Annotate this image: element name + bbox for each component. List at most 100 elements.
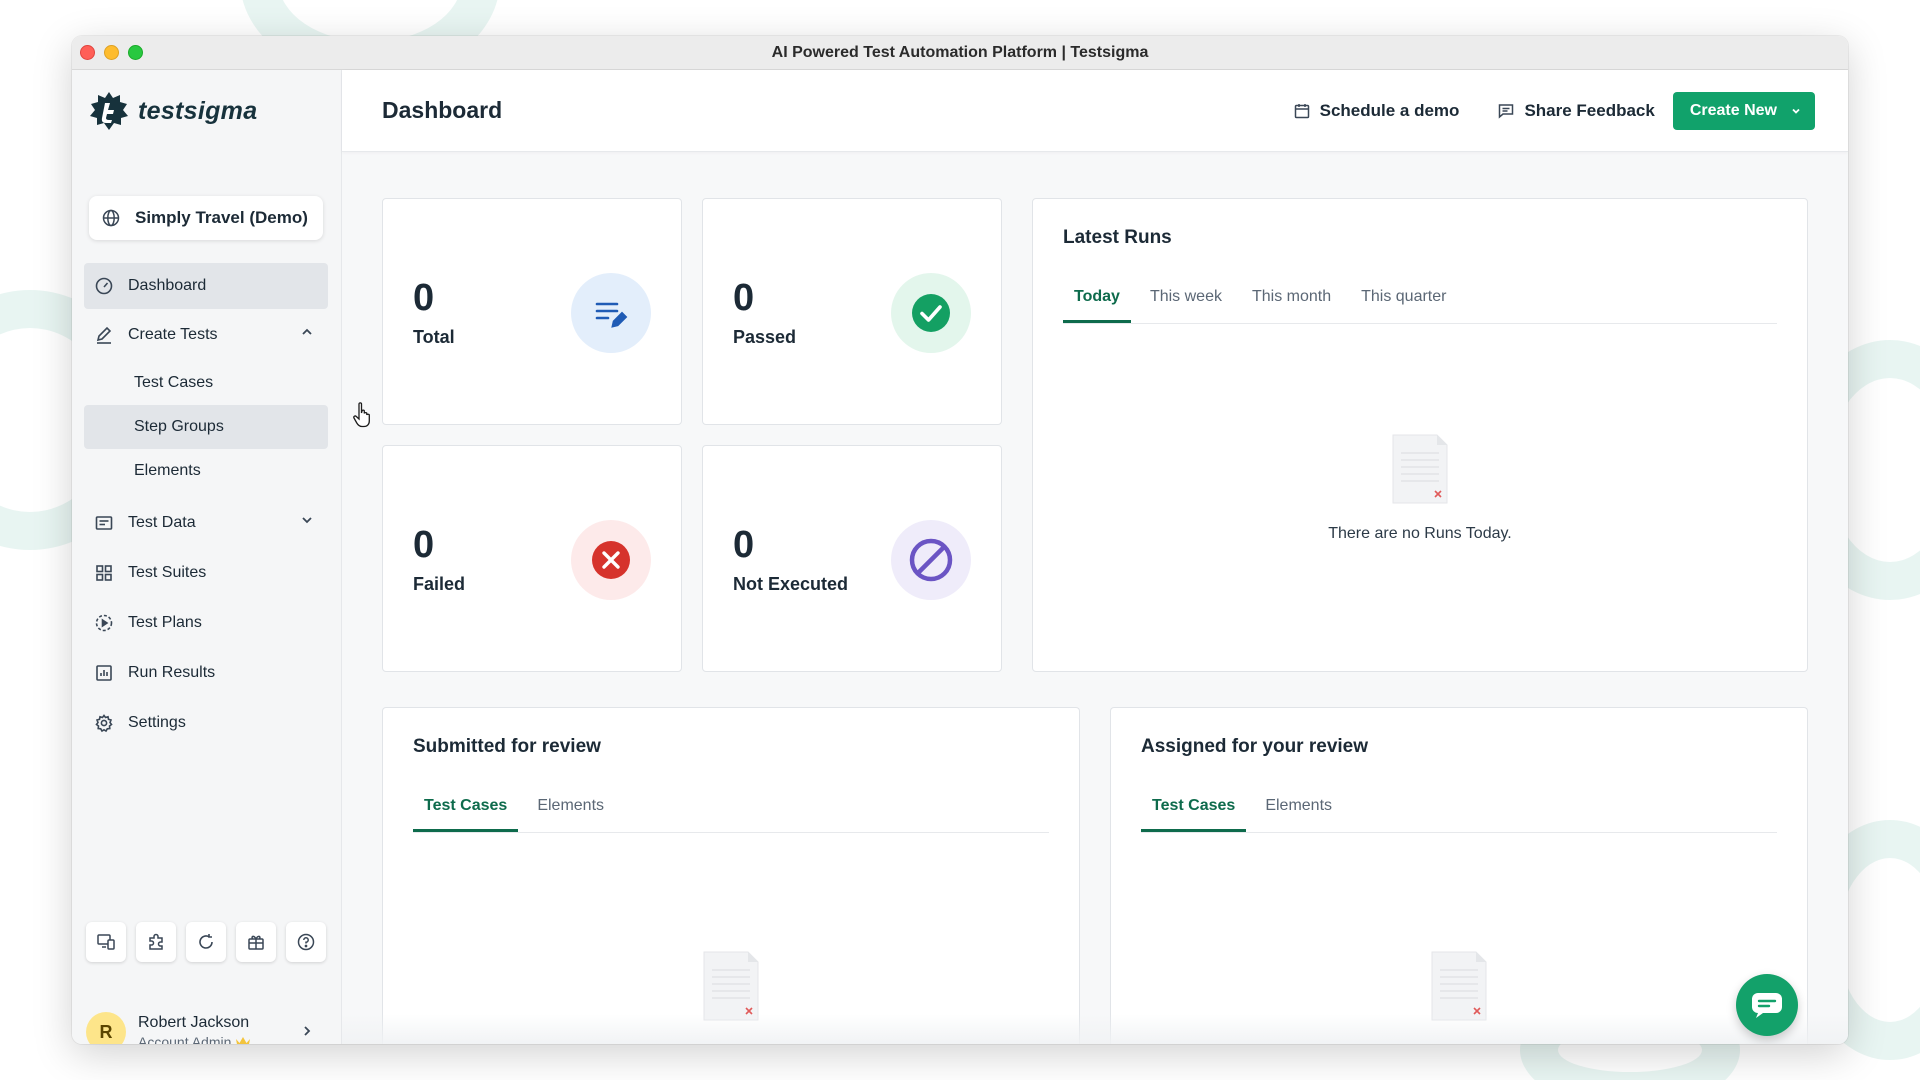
crown-icon bbox=[236, 1037, 251, 1044]
sidebar-item-dashboard[interactable]: Dashboard bbox=[84, 263, 328, 309]
list-edit-icon bbox=[571, 273, 651, 353]
chevron-down-icon[interactable] bbox=[300, 513, 314, 532]
stat-label: Passed bbox=[733, 327, 797, 347]
empty-document-icon bbox=[1392, 434, 1448, 504]
latest-runs-tabs: Today This week This month This quarter bbox=[1063, 283, 1777, 324]
devices-icon bbox=[97, 934, 115, 950]
sidebar-item-create-tests[interactable]: Create Tests bbox=[84, 311, 328, 359]
sidebar-item-test-data[interactable]: Test Data bbox=[84, 499, 328, 547]
sidebar-item-settings[interactable]: Settings bbox=[84, 699, 328, 747]
chevron-down-icon[interactable] bbox=[1777, 92, 1815, 130]
app-window: AI Powered Test Automation Platform | Te… bbox=[72, 36, 1848, 1044]
empty-state bbox=[1111, 950, 1807, 1022]
tab-test-cases[interactable]: Test Cases bbox=[413, 792, 519, 832]
sidebar-item-run-results[interactable]: Run Results bbox=[84, 649, 328, 697]
feedback-icon bbox=[1499, 103, 1514, 119]
sidebar-item-label: Test Plans bbox=[128, 614, 202, 631]
sidebar-nav: Dashboard Create Tests Test Cases Step G… bbox=[84, 263, 328, 749]
sidebar-item-step-groups[interactable]: Step Groups bbox=[84, 405, 328, 449]
empty-state-text: There are no Runs Today. bbox=[1328, 525, 1512, 542]
sidebar-item-test-suites[interactable]: Test Suites bbox=[84, 549, 328, 597]
stat-card-not-executed[interactable]: 0 Not Executed bbox=[702, 445, 1002, 672]
maximize-window-button[interactable] bbox=[128, 45, 143, 60]
chat-icon bbox=[1752, 993, 1782, 1018]
chevron-up-icon[interactable] bbox=[300, 325, 314, 344]
main-content: Dashboard Schedule a demo Share Feedback… bbox=[342, 70, 1848, 1044]
x-circle-icon bbox=[571, 520, 651, 600]
refresh-button[interactable] bbox=[186, 922, 226, 962]
user-profile[interactable]: R Robert Jackson Account Admin bbox=[86, 1012, 326, 1044]
gauge-icon bbox=[94, 276, 114, 296]
calendar-icon bbox=[1294, 103, 1309, 118]
minimize-window-button[interactable] bbox=[104, 45, 119, 60]
sidebar-item-label: Test Suites bbox=[128, 564, 207, 581]
devices-button[interactable] bbox=[86, 922, 126, 962]
bottom-fade bbox=[342, 1014, 1848, 1044]
assigned-review-card: Assigned for your review Test Cases Elem… bbox=[1110, 707, 1808, 1044]
schedule-demo-label: Schedule a demo bbox=[1319, 100, 1460, 120]
stat-value: 0 bbox=[413, 524, 435, 566]
assigned-review-title: Assigned for your review bbox=[1141, 736, 1369, 757]
addons-button[interactable] bbox=[136, 922, 176, 962]
empty-document-icon bbox=[1431, 951, 1487, 1021]
share-feedback-link[interactable]: Share Feedback bbox=[1497, 100, 1655, 121]
tab-this-month[interactable]: This month bbox=[1241, 283, 1342, 323]
stat-value: 0 bbox=[413, 277, 435, 319]
sidebar-item-label: Settings bbox=[128, 714, 186, 731]
tab-this-week[interactable]: This week bbox=[1139, 283, 1233, 323]
user-role-label: Account Admin bbox=[138, 1034, 232, 1044]
stat-label: Not Executed bbox=[733, 574, 849, 594]
stat-label: Total bbox=[413, 327, 455, 347]
tab-this-quarter[interactable]: This quarter bbox=[1350, 283, 1457, 323]
gear-icon bbox=[94, 713, 114, 733]
user-name: Robert Jackson bbox=[138, 1014, 250, 1031]
globe-icon bbox=[101, 208, 121, 228]
user-role: Account Admin bbox=[138, 1034, 251, 1044]
tab-elements[interactable]: Elements bbox=[526, 792, 615, 832]
check-circle-icon bbox=[891, 273, 971, 353]
refresh-icon bbox=[199, 934, 213, 949]
create-new-label: Create New bbox=[1689, 101, 1777, 119]
empty-state bbox=[383, 950, 1079, 1022]
stat-value: 0 bbox=[733, 277, 755, 319]
chevron-right-icon bbox=[300, 1024, 314, 1043]
empty-state: There are no Runs Today. bbox=[1033, 433, 1807, 543]
project-name: Simply Travel (Demo) bbox=[135, 208, 308, 227]
folder-icon bbox=[94, 513, 114, 533]
gift-icon bbox=[248, 935, 264, 950]
tab-test-cases[interactable]: Test Cases bbox=[1141, 792, 1247, 832]
whats-new-button[interactable] bbox=[236, 922, 276, 962]
stat-card-passed[interactable]: 0 Passed bbox=[702, 198, 1002, 425]
latest-runs-card: Latest Runs Today This week This month T… bbox=[1032, 198, 1808, 672]
close-window-button[interactable] bbox=[80, 45, 95, 60]
sidebar-item-elements[interactable]: Elements bbox=[84, 449, 328, 493]
sidebar-item-label: Run Results bbox=[128, 664, 216, 681]
testsigma-logo-icon bbox=[90, 92, 128, 130]
submitted-review-tabs: Test Cases Elements bbox=[413, 792, 1049, 833]
tab-today[interactable]: Today bbox=[1063, 283, 1131, 323]
sidebar-item-test-plans[interactable]: Test Plans bbox=[84, 599, 328, 647]
project-selector[interactable]: Simply Travel (Demo) bbox=[89, 196, 323, 240]
stat-card-total[interactable]: 0 Total bbox=[382, 198, 682, 425]
window-title: AI Powered Test Automation Platform | Te… bbox=[771, 43, 1149, 61]
tab-elements[interactable]: Elements bbox=[1254, 792, 1343, 832]
ban-icon bbox=[891, 520, 971, 600]
assigned-review-tabs: Test Cases Elements bbox=[1141, 792, 1777, 833]
schedule-demo-link[interactable]: Schedule a demo bbox=[1293, 100, 1460, 121]
stat-card-failed[interactable]: 0 Failed bbox=[382, 445, 682, 672]
latest-runs-title: Latest Runs bbox=[1063, 227, 1172, 248]
play-circle-icon bbox=[94, 613, 114, 633]
share-feedback-label: Share Feedback bbox=[1524, 100, 1655, 120]
stat-label: Failed bbox=[413, 574, 466, 594]
hand-cursor-icon bbox=[353, 402, 370, 428]
chat-support-button[interactable] bbox=[1736, 974, 1798, 1036]
sidebar-item-label: Dashboard bbox=[128, 277, 207, 294]
help-button[interactable] bbox=[286, 922, 326, 962]
create-new-button[interactable]: Create New bbox=[1672, 91, 1815, 130]
title-bar: AI Powered Test Automation Platform | Te… bbox=[72, 36, 1848, 70]
sidebar-item-test-cases[interactable]: Test Cases bbox=[84, 361, 328, 405]
window-controls bbox=[80, 45, 143, 60]
help-icon bbox=[297, 933, 315, 951]
avatar: R bbox=[86, 1012, 126, 1044]
brand-logo[interactable]: testsigma bbox=[88, 90, 257, 132]
